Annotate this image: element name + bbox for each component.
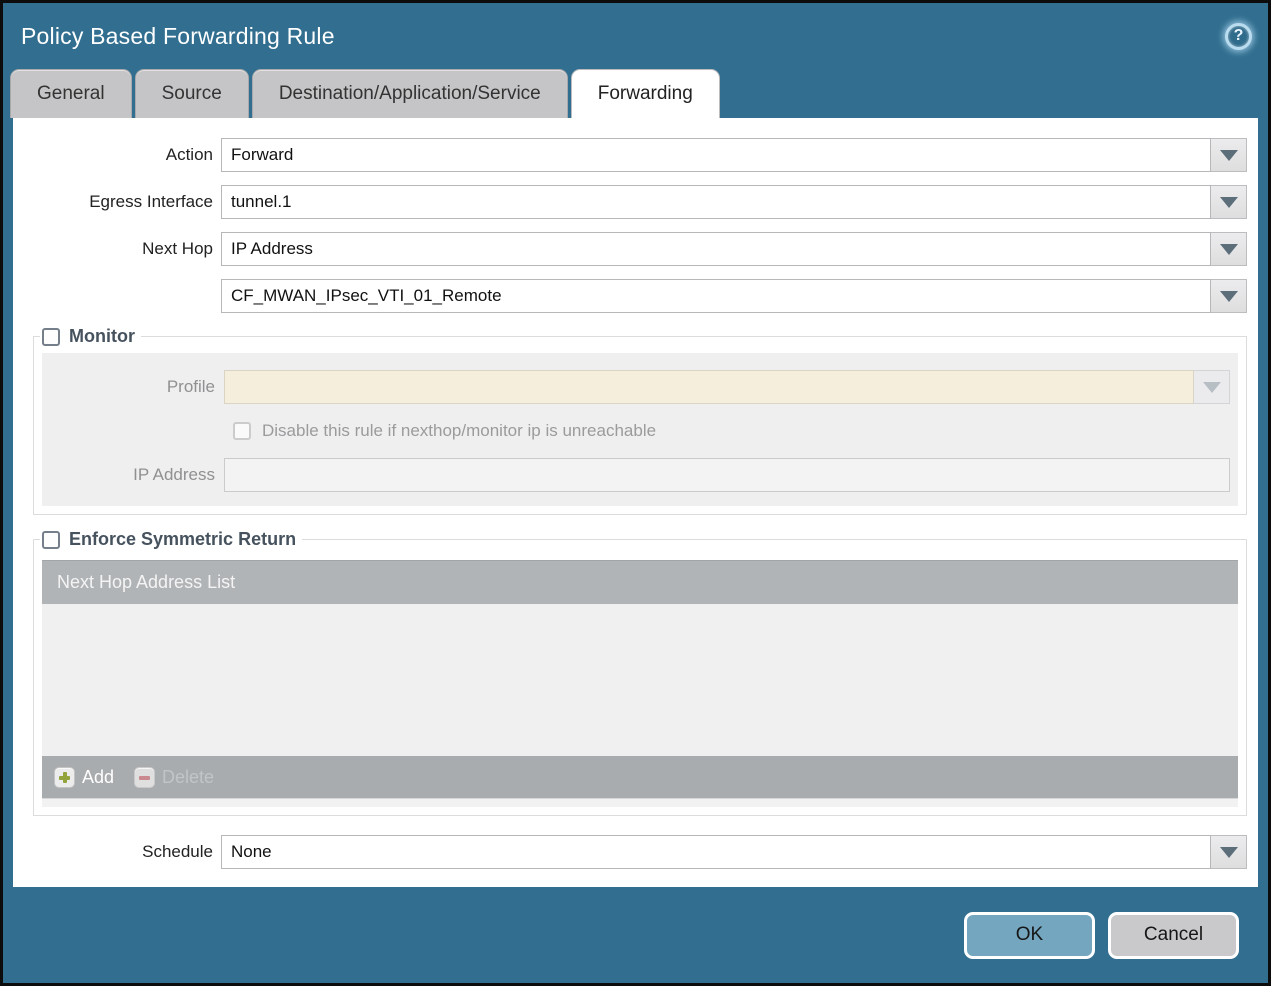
disable-rule-row: Disable this rule if nexthop/monitor ip … [233, 421, 1230, 441]
next-hop-address-dropdown-button[interactable] [1211, 279, 1247, 313]
schedule-value: None [231, 842, 272, 861]
dialog-window: Policy Based Forwarding Rule ? General S… [0, 0, 1271, 986]
tab-destination-application-service[interactable]: Destination/Application/Service [251, 69, 568, 118]
monitor-legend: Monitor [40, 326, 141, 347]
table-bottom-strip [42, 798, 1238, 807]
next-hop-address-row: CF_MWAN_IPsec_VTI_01_Remote [13, 279, 1247, 313]
tab-forwarding[interactable]: Forwarding [570, 69, 720, 118]
next-hop-address-select[interactable]: CF_MWAN_IPsec_VTI_01_Remote [221, 279, 1211, 313]
schedule-label: Schedule [142, 842, 213, 861]
egress-interface-label: Egress Interface [89, 192, 213, 211]
monitor-checkbox[interactable] [42, 327, 60, 346]
disable-rule-checkbox [233, 422, 251, 440]
action-dropdown-button[interactable] [1211, 138, 1247, 172]
monitor-panel: Profile Disable this rule if nexthop/mon… [42, 353, 1238, 506]
schedule-row: Schedule None [13, 835, 1247, 869]
monitor-ip-row: IP Address [42, 458, 1230, 492]
chevron-down-icon [1219, 196, 1238, 208]
chevron-down-icon [1219, 243, 1238, 255]
action-label: Action [165, 145, 213, 164]
profile-label: Profile [166, 377, 215, 396]
disable-rule-label: Disable this rule if nexthop/monitor ip … [262, 421, 657, 440]
next-hop-address-table: Next Hop Address List Add Delete [42, 560, 1238, 807]
tab-bar: General Source Destination/Application/S… [3, 69, 1268, 118]
next-hop-label: Next Hop [142, 239, 213, 258]
next-hop-address-value: CF_MWAN_IPsec_VTI_01_Remote [231, 286, 502, 305]
monitor-section: Monitor Profile Disable this rule if nex… [33, 326, 1247, 515]
forwarding-tab-content: Action Forward Egress Interface tunnel.1 [13, 118, 1258, 887]
next-hop-dropdown-button[interactable] [1211, 232, 1247, 266]
ok-button[interactable]: OK [964, 911, 1095, 959]
enforce-symmetric-return-checkbox[interactable] [42, 530, 60, 549]
chevron-down-icon [1219, 290, 1238, 302]
table-header: Next Hop Address List [42, 560, 1238, 604]
tab-general[interactable]: General [10, 69, 132, 118]
schedule-select[interactable]: None [221, 835, 1211, 869]
enforce-symmetric-return-legend: Enforce Symmetric Return [40, 529, 302, 550]
next-hop-row: Next Hop IP Address [13, 232, 1247, 266]
add-button[interactable]: Add [54, 766, 115, 788]
enforce-symmetric-return-section: Enforce Symmetric Return Next Hop Addres… [33, 529, 1247, 816]
tab-source[interactable]: Source [134, 69, 249, 118]
title-bar: Policy Based Forwarding Rule ? [3, 3, 1268, 69]
egress-interface-value: tunnel.1 [231, 192, 292, 211]
help-icon[interactable]: ? [1225, 22, 1252, 50]
plus-icon [54, 766, 75, 788]
dialog-footer: OK Cancel [3, 887, 1268, 983]
next-hop-type-select[interactable]: IP Address [221, 232, 1211, 266]
minus-icon [134, 766, 156, 788]
cancel-button[interactable]: Cancel [1108, 911, 1239, 959]
chevron-down-icon [1219, 149, 1238, 161]
table-header-label: Next Hop Address List [57, 572, 236, 592]
chevron-down-icon [1202, 381, 1221, 393]
next-hop-type-value: IP Address [231, 239, 313, 258]
question-mark-glyph: ? [1233, 27, 1244, 44]
monitor-ip-label: IP Address [133, 465, 215, 484]
table-body-empty [42, 604, 1238, 756]
add-button-label: Add [82, 766, 115, 787]
chevron-down-icon [1219, 846, 1238, 858]
monitor-ip-input [224, 458, 1230, 492]
action-value: Forward [231, 145, 294, 164]
action-select[interactable]: Forward [221, 138, 1211, 172]
delete-button-label: Delete [162, 766, 215, 787]
egress-interface-row: Egress Interface tunnel.1 [13, 185, 1247, 219]
egress-interface-select[interactable]: tunnel.1 [221, 185, 1211, 219]
action-row: Action Forward [13, 138, 1247, 172]
enforce-symmetric-return-legend-label: Enforce Symmetric Return [69, 529, 297, 549]
delete-button[interactable]: Delete [134, 766, 215, 788]
table-footer: Add Delete [42, 756, 1238, 798]
profile-dropdown-button [1194, 370, 1230, 404]
monitor-legend-label: Monitor [69, 326, 135, 346]
schedule-dropdown-button[interactable] [1211, 835, 1247, 869]
profile-row: Profile [42, 370, 1230, 404]
dialog-title: Policy Based Forwarding Rule [21, 22, 335, 49]
egress-interface-dropdown-button[interactable] [1211, 185, 1247, 219]
profile-select [224, 370, 1194, 404]
